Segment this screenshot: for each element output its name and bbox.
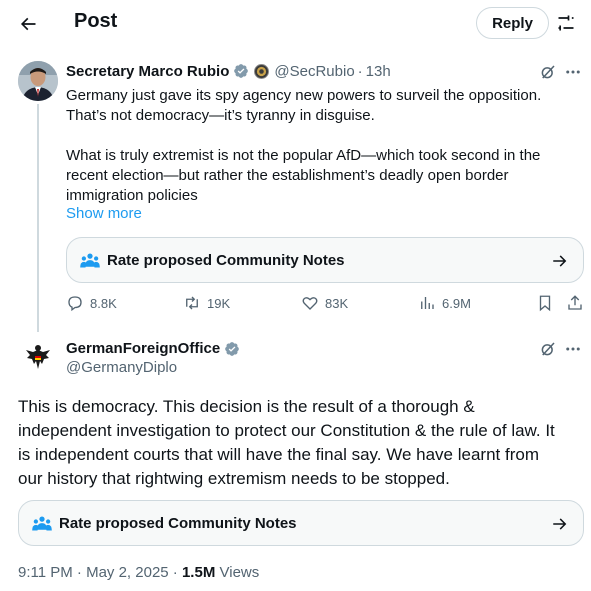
back-button[interactable] — [14, 10, 42, 38]
post-meta: 9:11 PM · May 2, 2025 · 1.5M Views — [18, 564, 259, 581]
view-count: 6.9M — [442, 295, 471, 311]
arrow-left-icon — [20, 17, 36, 31]
grok-button[interactable] — [539, 340, 557, 358]
german-eagle-icon — [26, 345, 50, 369]
community-notes-card[interactable]: Rate proposed Community Notes — [18, 500, 584, 546]
arrow-right-icon — [553, 255, 567, 267]
community-notes-label: Rate proposed Community Notes — [107, 252, 345, 269]
reply-body-line: independent investigation to protect our… — [18, 421, 555, 440]
community-notes-card[interactable]: Rate proposed Community Notes — [66, 237, 584, 283]
more-dots-icon — [566, 70, 580, 74]
more-dots-icon — [566, 347, 580, 351]
more-options-button[interactable] — [564, 340, 582, 358]
post-body: Germany just gave its spy agency new pow… — [66, 86, 576, 206]
reply-body-line: is independent courts that will have the… — [18, 445, 539, 464]
reply-author-row: GermanForeignOffice — [66, 340, 240, 357]
heart-icon — [302, 297, 318, 310]
page-title: Post — [74, 10, 118, 32]
reply-button[interactable]: Reply — [476, 7, 549, 39]
reply-body-line: This is democracy. This decision is the … — [18, 397, 475, 416]
analytics-icon — [421, 297, 434, 309]
author-row: Secretary Marco Rubio @SecRubio · 13h — [66, 62, 391, 80]
filter-button[interactable] — [553, 11, 579, 35]
share-button[interactable] — [566, 294, 584, 312]
post-body-line: That’s not democracy—it’s tyranny in dis… — [66, 107, 375, 124]
avatar-rubio[interactable] — [18, 61, 58, 101]
bookmark-button[interactable] — [536, 294, 554, 312]
separator-dot: · — [357, 62, 363, 80]
people-icon — [32, 516, 52, 531]
government-seal-icon — [254, 63, 270, 79]
repost-count: 19K — [207, 295, 231, 311]
reply-body: This is democracy. This decision is the … — [18, 395, 584, 491]
community-notes-label: Rate proposed Community Notes — [59, 515, 297, 532]
arrow-right-icon — [553, 518, 567, 530]
show-more-link[interactable]: Show more — [66, 205, 142, 222]
like-action[interactable]: 83K — [301, 294, 348, 312]
total-views: 1.5M — [181, 564, 216, 581]
post-body-line: immigration policies — [66, 187, 198, 204]
post-body-line: recent election—but rather the establish… — [66, 167, 509, 184]
author-name[interactable]: Secretary Marco Rubio — [66, 63, 229, 80]
avatar-rubio-image — [18, 61, 58, 101]
post-time[interactable]: 13h — [366, 63, 391, 80]
reply-author-handle[interactable]: @GermanyDiplo — [66, 359, 177, 376]
reply-icon — [68, 296, 82, 312]
views-action[interactable]: 6.9M — [418, 294, 471, 312]
verified-badge-icon — [234, 64, 249, 78]
thread-line — [37, 104, 39, 332]
reply-count: 8.8K — [90, 295, 117, 311]
reply-action[interactable]: 8.8K — [66, 294, 117, 312]
people-icon — [80, 253, 100, 268]
avatar-german-foreign-office[interactable] — [22, 341, 54, 373]
author-handle[interactable]: @SecRubio — [274, 63, 354, 80]
bookmark-icon — [539, 295, 551, 312]
post-actions: 8.8K 19K 83K 6.9M — [66, 294, 584, 316]
post-body-line: What is truly extremist is not the popul… — [66, 147, 541, 164]
grok-icon — [541, 342, 555, 356]
reply-body-line: our history that rightwing extremism nee… — [18, 469, 450, 488]
like-count: 83K — [325, 295, 349, 311]
post-timestamp[interactable]: 9:11 PM · May 2, 2025 · — [18, 564, 178, 581]
grok-button[interactable] — [539, 63, 557, 81]
reply-author-name[interactable]: GermanForeignOffice — [66, 340, 220, 357]
grok-icon — [541, 65, 555, 79]
more-options-button[interactable] — [564, 63, 582, 81]
repost-icon — [186, 296, 198, 310]
post-header: Post Reply — [0, 0, 591, 46]
verified-badge-icon — [225, 341, 240, 356]
sliders-icon — [558, 15, 574, 31]
views-label: Views — [219, 564, 260, 581]
share-icon — [568, 295, 582, 310]
repost-action[interactable]: 19K — [183, 294, 230, 312]
post-body-line: Germany just gave its spy agency new pow… — [66, 87, 542, 104]
